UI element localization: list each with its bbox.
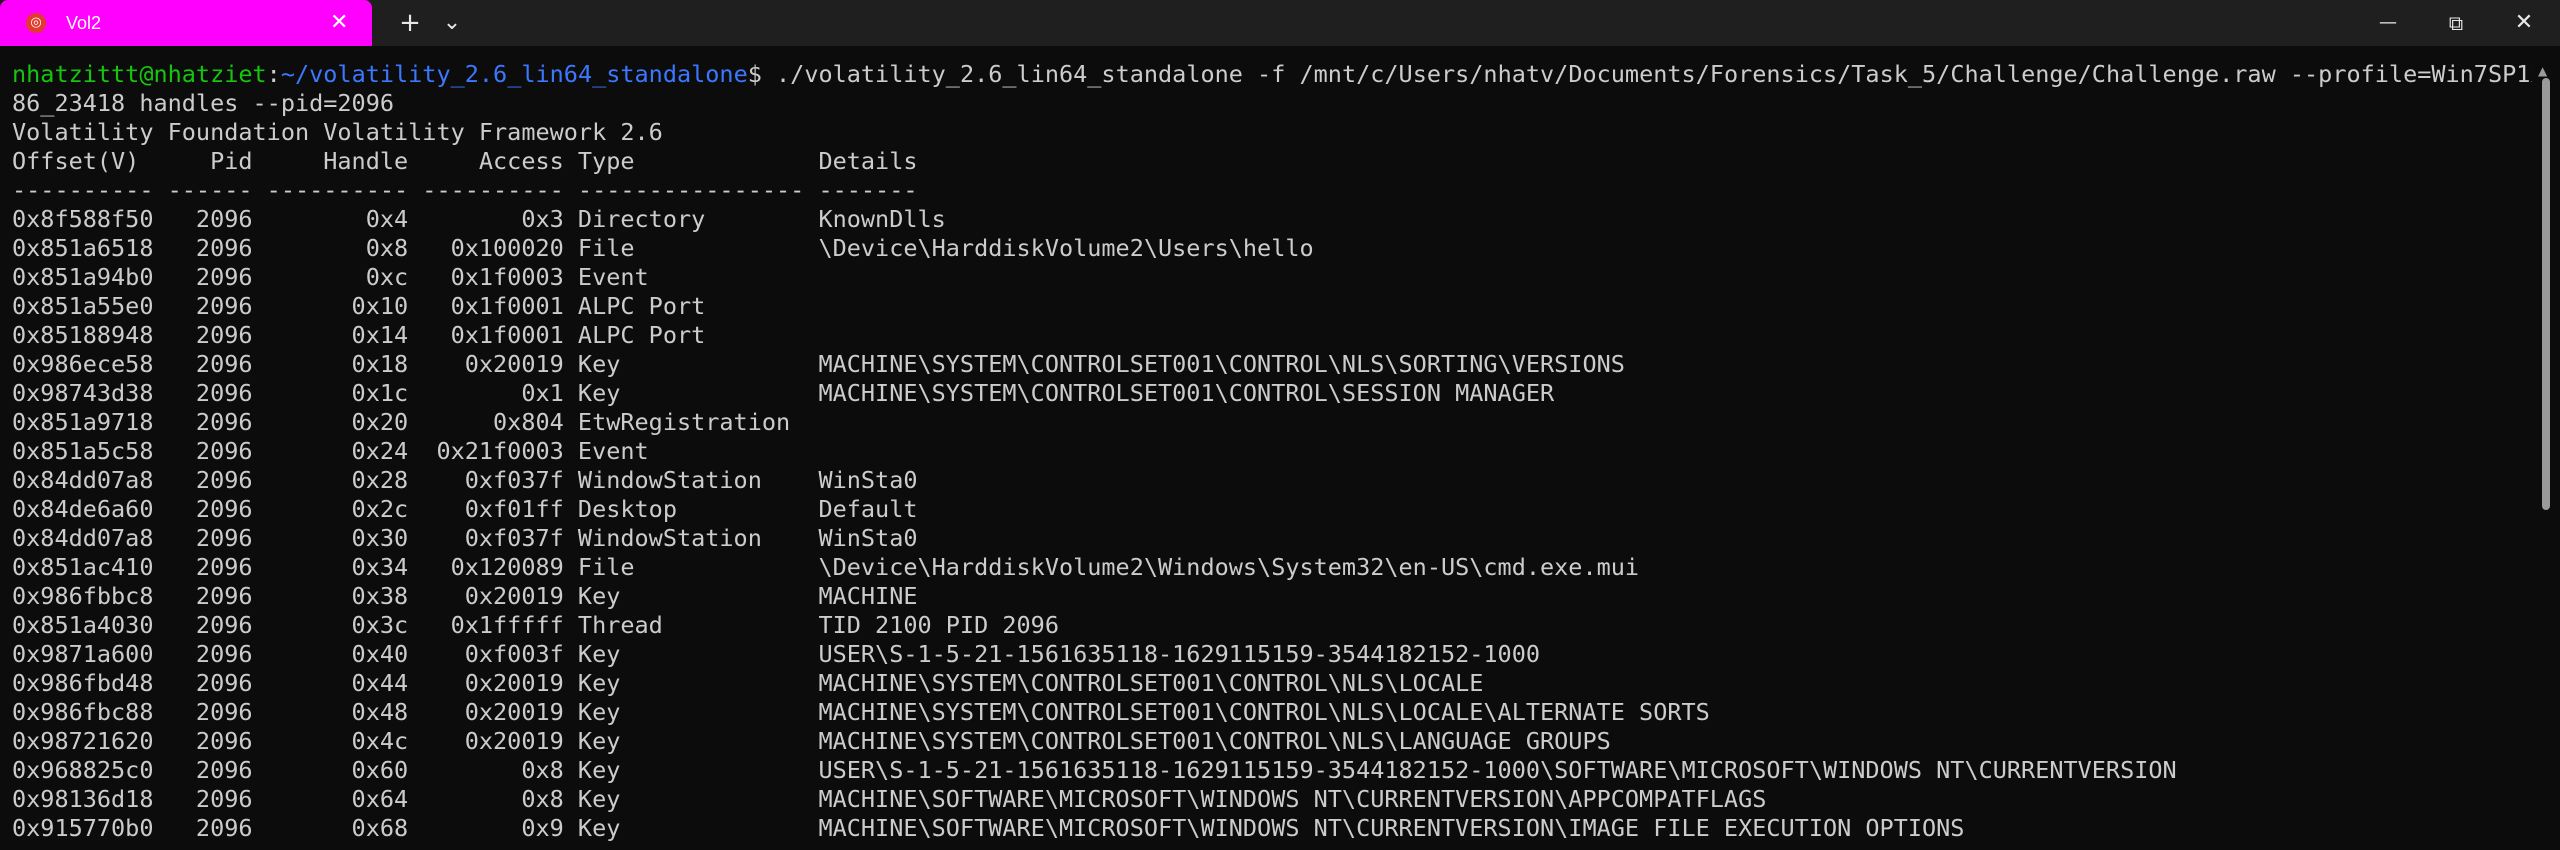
table-row: 0x84dd07a8 2096 0x30 0xf037f WindowStati… <box>12 524 918 552</box>
table-row: 0x98743d38 2096 0x1c 0x1 Key MACHINE\SYS… <box>12 379 1555 407</box>
table-row: 0x968825c0 2096 0x60 0x8 Key USER\S-1-5-… <box>12 756 2177 784</box>
table-row: 0x986fbd48 2096 0x44 0x20019 Key MACHINE… <box>12 669 1484 697</box>
banner-line: Volatility Foundation Volatility Framewo… <box>12 118 663 146</box>
table-row: 0x84de6a60 2096 0x2c 0xf01ff Desktop Def… <box>12 495 918 523</box>
table-row: 0x8f588f50 2096 0x4 0x3 Directory KnownD… <box>12 205 946 233</box>
table-row: 0x84dd07a8 2096 0x28 0xf037f WindowStati… <box>12 466 918 494</box>
table-row: 0x986fbc88 2096 0x48 0x20019 Key MACHINE… <box>12 698 1710 726</box>
command-text: ./volatility_2.6_lin64_standalone -f /mn… <box>761 60 2532 88</box>
scroll-up-icon[interactable]: ▲ <box>2538 64 2547 78</box>
prompt-symbol: $ <box>747 60 762 88</box>
table-row: 0x98721620 2096 0x4c 0x20019 Key MACHINE… <box>12 727 1611 755</box>
scrollbar[interactable]: ▲ <box>2534 60 2560 850</box>
prompt-user: nhatzittt@nhatziet <box>12 60 267 88</box>
table-row: 0x85188948 2096 0x14 0x1f0001 ALPC Port <box>12 321 706 349</box>
title-bar: ◎ Vol2 ✕ + ⌄ — ⧉ ✕ <box>0 0 2560 46</box>
tab-dropdown-icon[interactable]: ⌄ <box>432 0 472 46</box>
table-header: Offset(V) Pid Handle Access Type Details <box>12 147 918 175</box>
table-row: 0x851a55e0 2096 0x10 0x1f0001 ALPC Port <box>12 292 706 320</box>
table-row: 0x9871a600 2096 0x40 0xf003f Key USER\S-… <box>12 640 1541 668</box>
table-row: 0x851ac410 2096 0x34 0x120089 File \Devi… <box>12 553 1640 581</box>
table-row: 0x851a9718 2096 0x20 0x804 EtwRegistrati… <box>12 408 791 436</box>
table-row: 0x851a94b0 2096 0xc 0x1f0003 Event <box>12 263 649 291</box>
table-row: 0x986ece58 2096 0x18 0x20019 Key MACHINE… <box>12 350 1625 378</box>
minimize-button[interactable]: — <box>2364 0 2412 46</box>
table-row: 0x986fbbc8 2096 0x38 0x20019 Key MACHINE <box>12 582 918 610</box>
close-window-button[interactable]: ✕ <box>2500 0 2548 46</box>
prompt-separator: : <box>266 60 281 88</box>
tab-close-icon[interactable]: ✕ <box>330 0 348 46</box>
table-row: 0x915770b0 2096 0x68 0x9 Key MACHINE\SOF… <box>12 814 1965 842</box>
tab-vol2[interactable]: ◎ Vol2 ✕ <box>0 0 372 46</box>
table-row: 0x98136d18 2096 0x64 0x8 Key MACHINE\SOF… <box>12 785 1767 813</box>
table-row: 0x851a4030 2096 0x3c 0x1fffff Thread TID… <box>12 611 1059 639</box>
command-wrap-line: 86_23418 handles --pid=2096 <box>12 89 395 117</box>
terminal-output[interactable]: nhatzittt@nhatziet:~/volatility_2.6_lin6… <box>12 60 2532 850</box>
prompt-line: nhatzittt@nhatziet:~/volatility_2.6_lin6… <box>12 60 2532 89</box>
new-tab-button[interactable]: + <box>390 0 430 46</box>
scrollbar-thumb[interactable] <box>2542 78 2550 510</box>
table-row: 0x851a5c58 2096 0x24 0x21f0003 Event <box>12 437 649 465</box>
maximize-button[interactable]: ⧉ <box>2432 0 2480 46</box>
tab-title: Vol2 <box>66 13 102 33</box>
prompt-path: ~/volatility_2.6_lin64_standalone <box>280 60 748 88</box>
table-separator: ---------- ------ ---------- ---------- … <box>12 176 918 204</box>
ubuntu-logo-icon: ◎ <box>26 13 46 33</box>
table-row: 0x851a6518 2096 0x8 0x100020 File \Devic… <box>12 234 1314 262</box>
